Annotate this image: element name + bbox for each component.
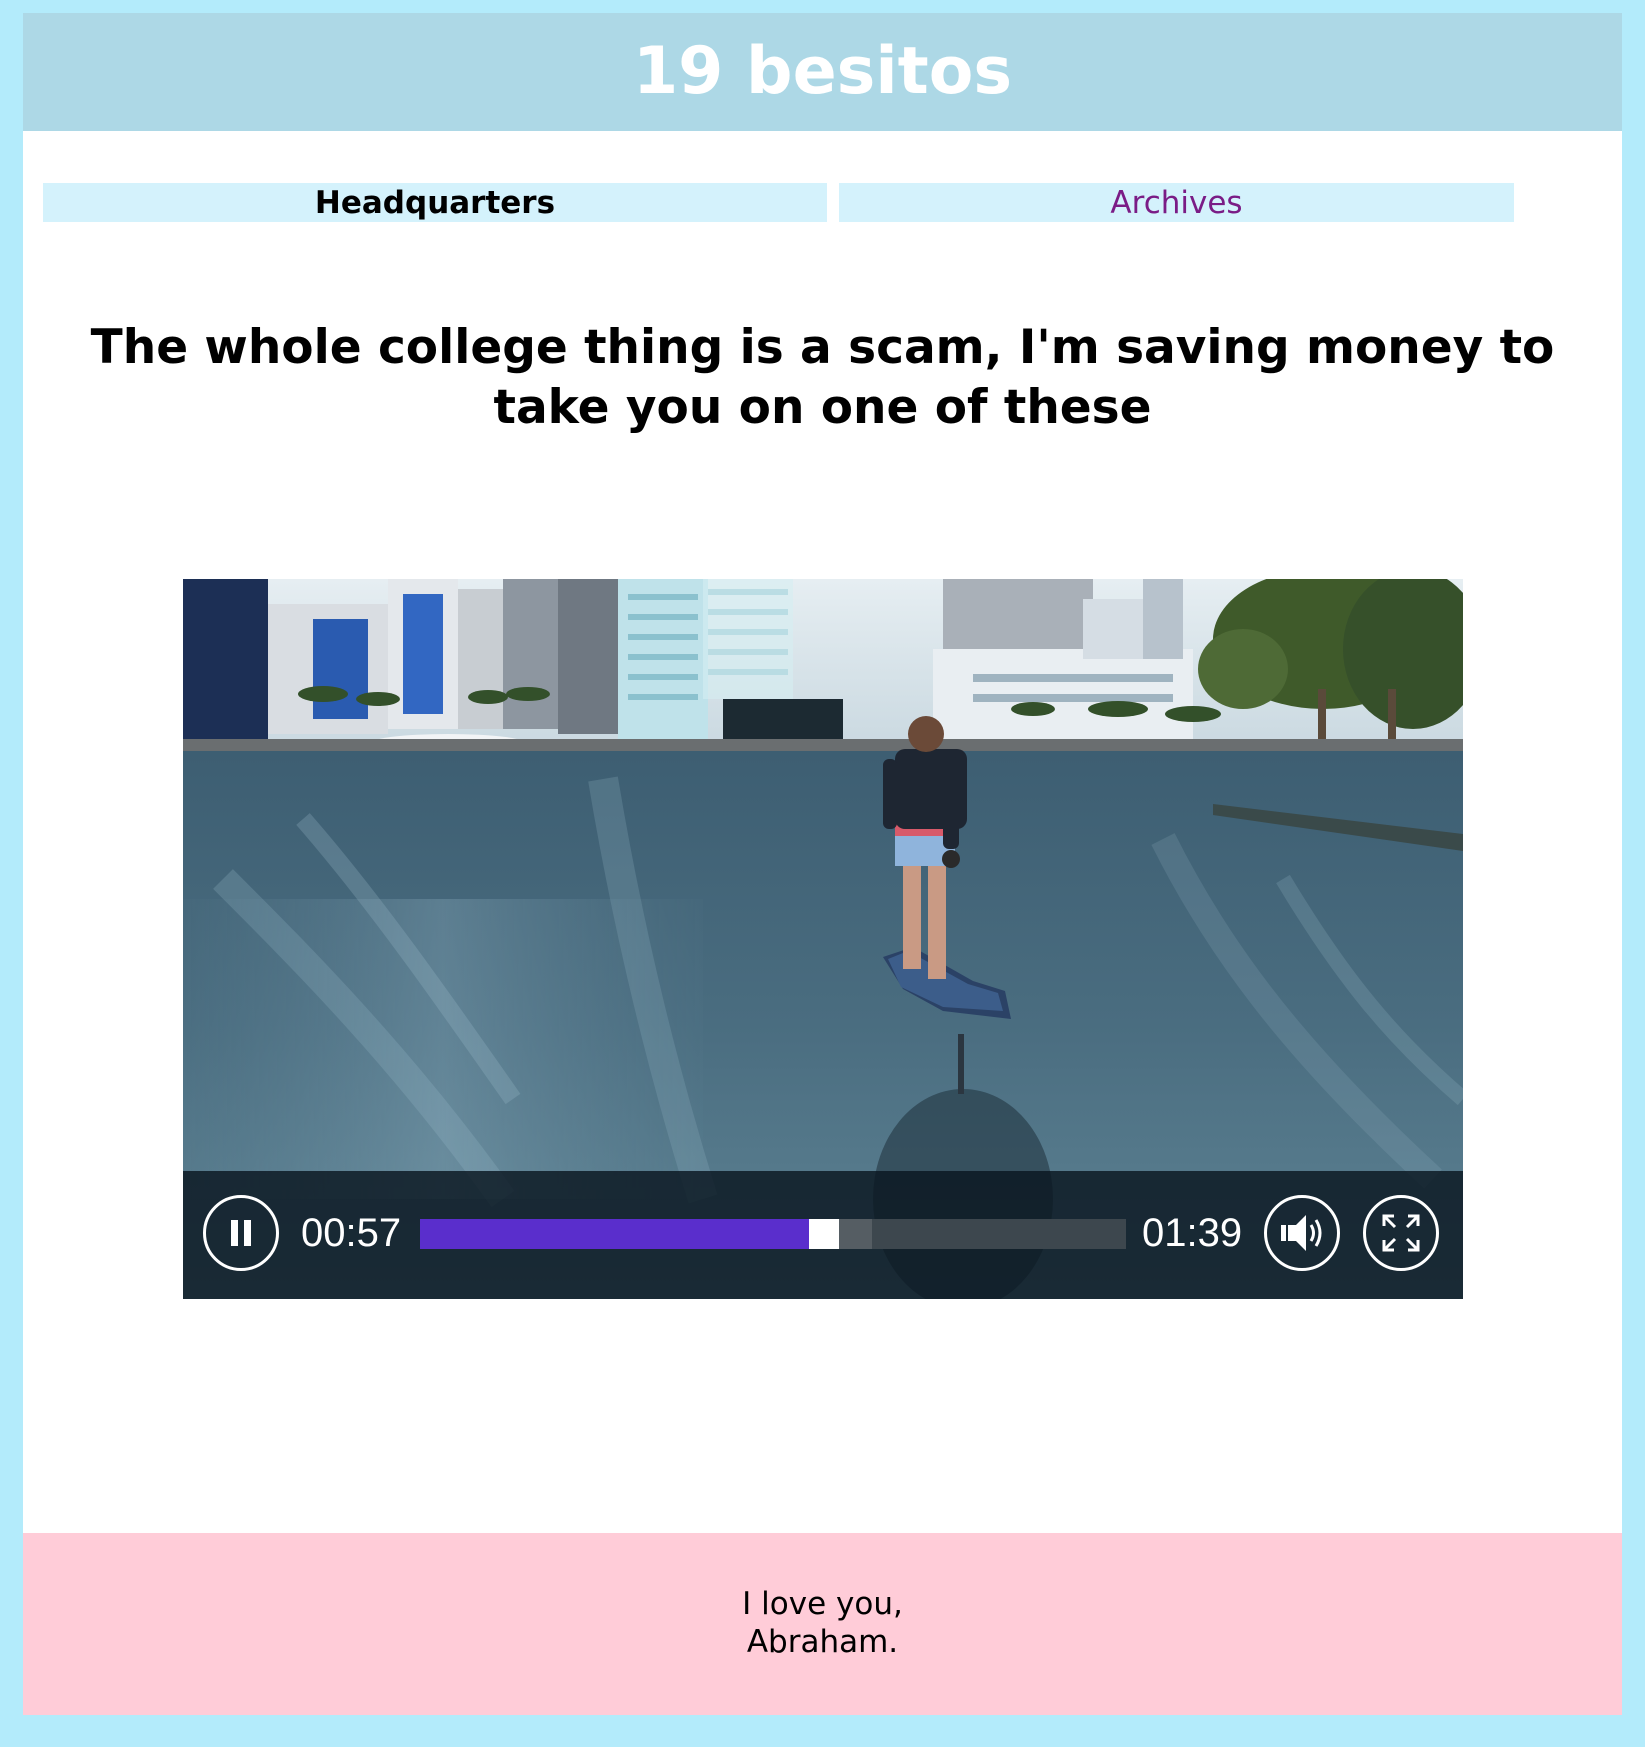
video-controls: 00:57 01:39 [183,1171,1463,1299]
footer-message: I love you, Abraham. [23,1585,1622,1661]
pause-icon [231,1220,251,1246]
site-footer: I love you, Abraham. [23,1533,1622,1715]
seek-thumb[interactable] [809,1219,839,1249]
volume-icon [1281,1215,1322,1251]
page: 19 besitos Headquarters Archives The who… [23,13,1622,1715]
nav-archives-link[interactable]: Archives [839,183,1514,222]
duration-time: 01:39 [1142,1211,1243,1255]
fullscreen-button[interactable] [1363,1195,1439,1271]
current-time: 00:57 [301,1211,402,1255]
post-headline: The whole college thing is a scam, I'm s… [90,320,1555,435]
footer-line-1: I love you, [742,1586,903,1622]
fullscreen-icon [1382,1214,1420,1252]
video-player[interactable]: 00:57 01:39 [183,579,1463,1299]
pause-button[interactable] [203,1195,279,1271]
footer-line-2: Abraham. [746,1624,899,1660]
nav-headquarters[interactable]: Headquarters [43,183,827,222]
seek-bar[interactable] [420,1219,1126,1249]
volume-button[interactable] [1264,1195,1340,1271]
site-header: 19 besitos [23,13,1622,131]
site-title: 19 besitos [632,34,1013,109]
played-bar [420,1219,809,1249]
